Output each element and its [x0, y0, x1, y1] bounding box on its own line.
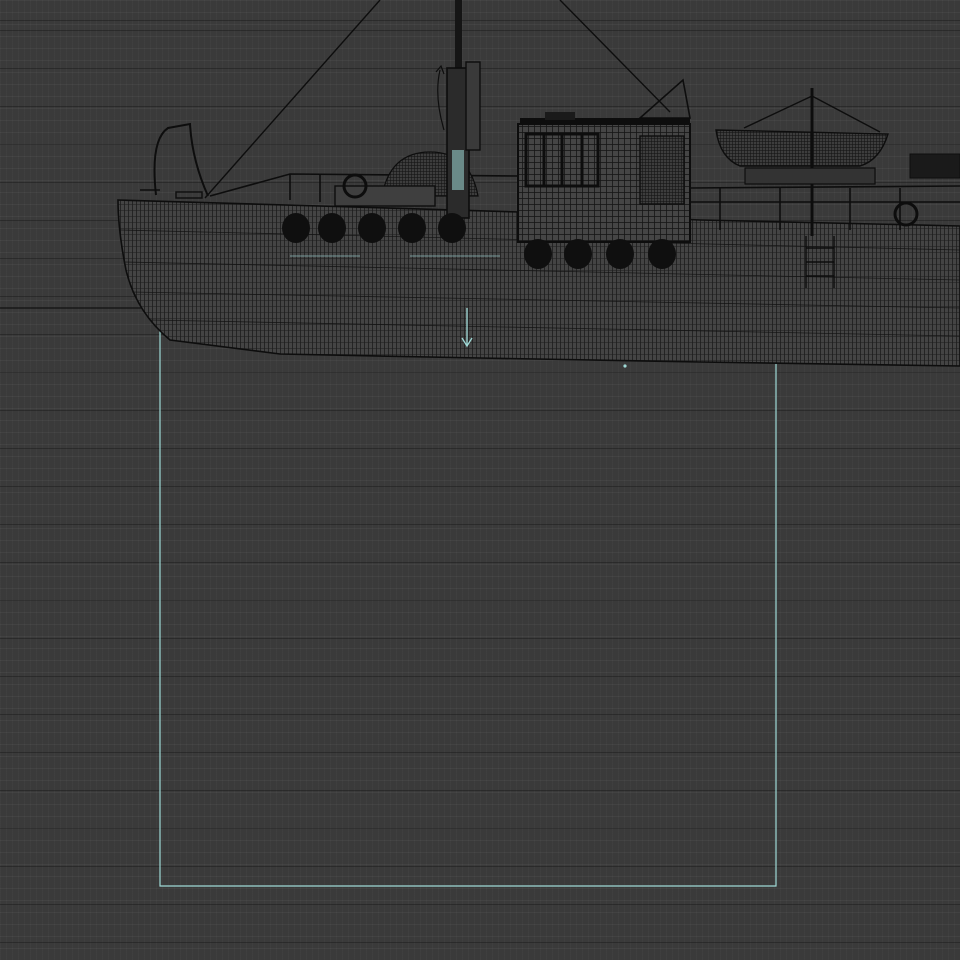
stern-block	[909, 153, 960, 179]
cabin-wireframe[interactable]	[517, 78, 691, 243]
scene-canvas[interactable]	[0, 0, 960, 960]
pivot-point[interactable]	[623, 364, 627, 368]
bow-stem	[153, 122, 209, 197]
3d-viewport[interactable]	[0, 0, 960, 960]
selection-frame[interactable]	[159, 310, 777, 887]
lifeboat	[715, 88, 889, 236]
bow-fittings	[140, 189, 203, 199]
